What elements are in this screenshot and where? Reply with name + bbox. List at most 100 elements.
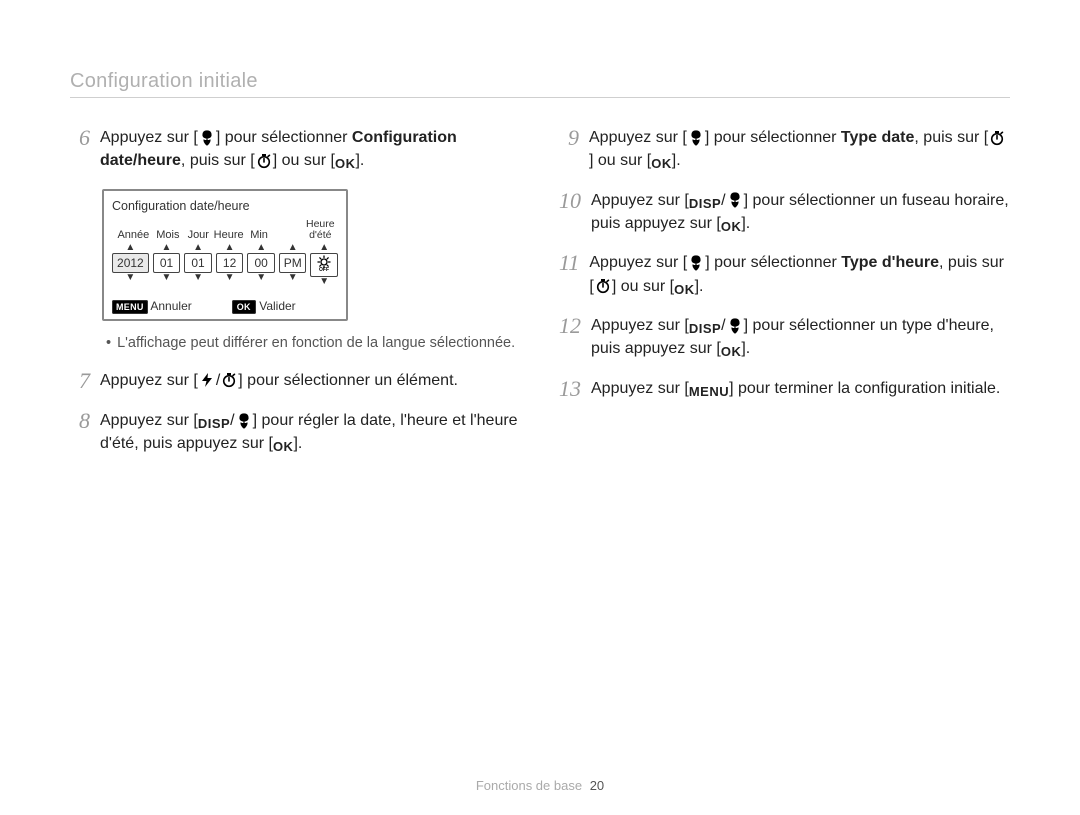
value-ampm: PM <box>279 253 307 273</box>
step-10: 10 Appuyez sur [DISP/] pour sélectionner… <box>559 189 1010 236</box>
text: Appuyez sur [ <box>591 380 689 397</box>
timer-icon <box>256 153 272 169</box>
spinner-year[interactable]: ▲ 2012 ▼ <box>112 243 149 287</box>
spinner-min[interactable]: ▲ 00 ▼ <box>247 243 275 287</box>
disp-key: DISP <box>689 321 721 337</box>
value-dst <box>310 253 338 277</box>
label-ampm <box>274 229 304 241</box>
text: Appuyez sur [ <box>589 254 687 271</box>
text: , puis sur [ <box>181 152 255 169</box>
chevron-up-icon[interactable]: ▲ <box>256 243 266 253</box>
chevron-up-icon[interactable]: ▲ <box>193 243 203 253</box>
value-year: 2012 <box>112 253 149 273</box>
text: Appuyez sur [ <box>100 412 198 429</box>
spinner-month[interactable]: ▲ 01 ▼ <box>153 243 181 287</box>
chevron-down-icon[interactable]: ▼ <box>162 273 172 283</box>
text: / <box>216 372 220 389</box>
footer-section: Fonctions de base <box>476 778 582 793</box>
disp-key: DISP <box>689 196 721 212</box>
header-rule <box>70 97 1010 98</box>
ok-key-small: OK <box>232 300 256 314</box>
timer-icon <box>595 278 611 294</box>
text: Appuyez sur [ <box>100 372 198 389</box>
text: / <box>721 192 725 209</box>
chevron-up-icon[interactable]: ▲ <box>319 243 329 253</box>
step-body: Appuyez sur [DISP/] pour sélectionner un… <box>591 314 1010 361</box>
text: , puis sur [ <box>914 129 988 146</box>
lcd-screen: Configuration date/heure Année Mois Jour… <box>102 189 348 321</box>
text: / <box>721 317 725 334</box>
text: ]. <box>672 152 681 169</box>
menu-key-small: MENU <box>112 300 148 314</box>
spinner-day[interactable]: ▲ 01 ▼ <box>184 243 212 287</box>
spinner-dst[interactable]: ▲ ▼ <box>310 243 338 287</box>
chevron-down-icon[interactable]: ▼ <box>256 273 266 283</box>
step-body: Appuyez sur [DISP/] pour régler la date,… <box>100 409 521 456</box>
chevron-up-icon[interactable]: ▲ <box>288 243 298 253</box>
label-year: Année <box>114 229 153 241</box>
macro-icon <box>688 130 704 146</box>
step-number: 10 <box>559 189 581 213</box>
step-number: 8 <box>70 409 90 433</box>
step-body: Appuyez sur [DISP/] pour sélectionner un… <box>591 189 1010 236</box>
content-columns: 6 Appuyez sur [] pour sélectionner Confi… <box>70 126 1010 472</box>
ok-key: OK <box>674 282 695 298</box>
step-body: Appuyez sur [] pour sélectionner Type d'… <box>589 251 1010 298</box>
step-12: 12 Appuyez sur [DISP/] pour sélectionner… <box>559 314 1010 361</box>
step-11: 11 Appuyez sur [] pour sélectionner Type… <box>559 251 1010 298</box>
label-month: Mois <box>153 229 183 241</box>
step-number: 11 <box>559 251 579 275</box>
text: Annuler <box>150 299 191 313</box>
ok-key: OK <box>721 219 742 235</box>
chevron-down-icon[interactable]: ▼ <box>225 273 235 283</box>
text: ]. <box>741 340 750 357</box>
step-number: 7 <box>70 369 90 393</box>
value-day: 01 <box>184 253 212 273</box>
label-min: Min <box>244 229 274 241</box>
value-hour: 12 <box>216 253 244 273</box>
text: ] ou sur [ <box>589 152 651 169</box>
label-dst: Heure d'été <box>305 219 336 241</box>
text: ]. <box>695 278 704 295</box>
ok-key: OK <box>335 157 356 173</box>
page-title: Configuration initiale <box>70 70 1010 93</box>
step-body: Appuyez sur [/] pour sélectionner un élé… <box>100 369 521 392</box>
spinner-ampm[interactable]: ▲ PM ▼ <box>279 243 307 287</box>
bold-text: Type date <box>841 129 915 146</box>
step-8: 8 Appuyez sur [DISP/] pour régler la dat… <box>70 409 521 456</box>
screen-footer: MENU Annuler OK Valider <box>112 299 338 313</box>
step-body: Appuyez sur [] pour sélectionner Type da… <box>589 126 1010 173</box>
text: L'affichage peut différer en fonction de… <box>117 335 515 351</box>
text: Appuyez sur [ <box>100 129 198 146</box>
step-body: Appuyez sur [MENU] pour terminer la conf… <box>591 377 1010 400</box>
value-month: 01 <box>153 253 181 273</box>
bullet-icon: • <box>106 335 111 351</box>
chevron-down-icon[interactable]: ▼ <box>288 273 298 283</box>
step-number: 12 <box>559 314 581 338</box>
step-13: 13 Appuyez sur [MENU] pour terminer la c… <box>559 377 1010 401</box>
page: Configuration initiale 6 Appuyez sur [] … <box>0 0 1080 815</box>
macro-icon <box>727 192 743 208</box>
macro-icon <box>236 413 252 429</box>
chevron-up-icon[interactable]: ▲ <box>162 243 172 253</box>
chevron-down-icon[interactable]: ▼ <box>193 273 203 283</box>
text: ] pour sélectionner <box>705 254 841 271</box>
chevron-down-icon[interactable]: ▼ <box>125 273 135 283</box>
disp-key: DISP <box>198 416 230 432</box>
label-hour: Heure <box>213 229 243 241</box>
spinner-row: ▲ 2012 ▼ ▲ 01 ▼ ▲ 01 ▼ ▲ <box>112 243 338 287</box>
text: ] ou sur [ <box>273 152 335 169</box>
label-day: Jour <box>183 229 213 241</box>
text: Appuyez sur [ <box>591 317 689 334</box>
macro-icon <box>199 130 215 146</box>
chevron-down-icon[interactable]: ▼ <box>319 277 329 287</box>
spinner-hour[interactable]: ▲ 12 ▼ <box>216 243 244 287</box>
chevron-up-icon[interactable]: ▲ <box>125 243 135 253</box>
ok-key: OK <box>651 157 672 173</box>
step-number: 13 <box>559 377 581 401</box>
menu-key: MENU <box>689 384 729 400</box>
chevron-up-icon[interactable]: ▲ <box>225 243 235 253</box>
text: ]. <box>293 435 302 452</box>
text: Valider <box>259 299 295 313</box>
text: ]. <box>355 152 364 169</box>
